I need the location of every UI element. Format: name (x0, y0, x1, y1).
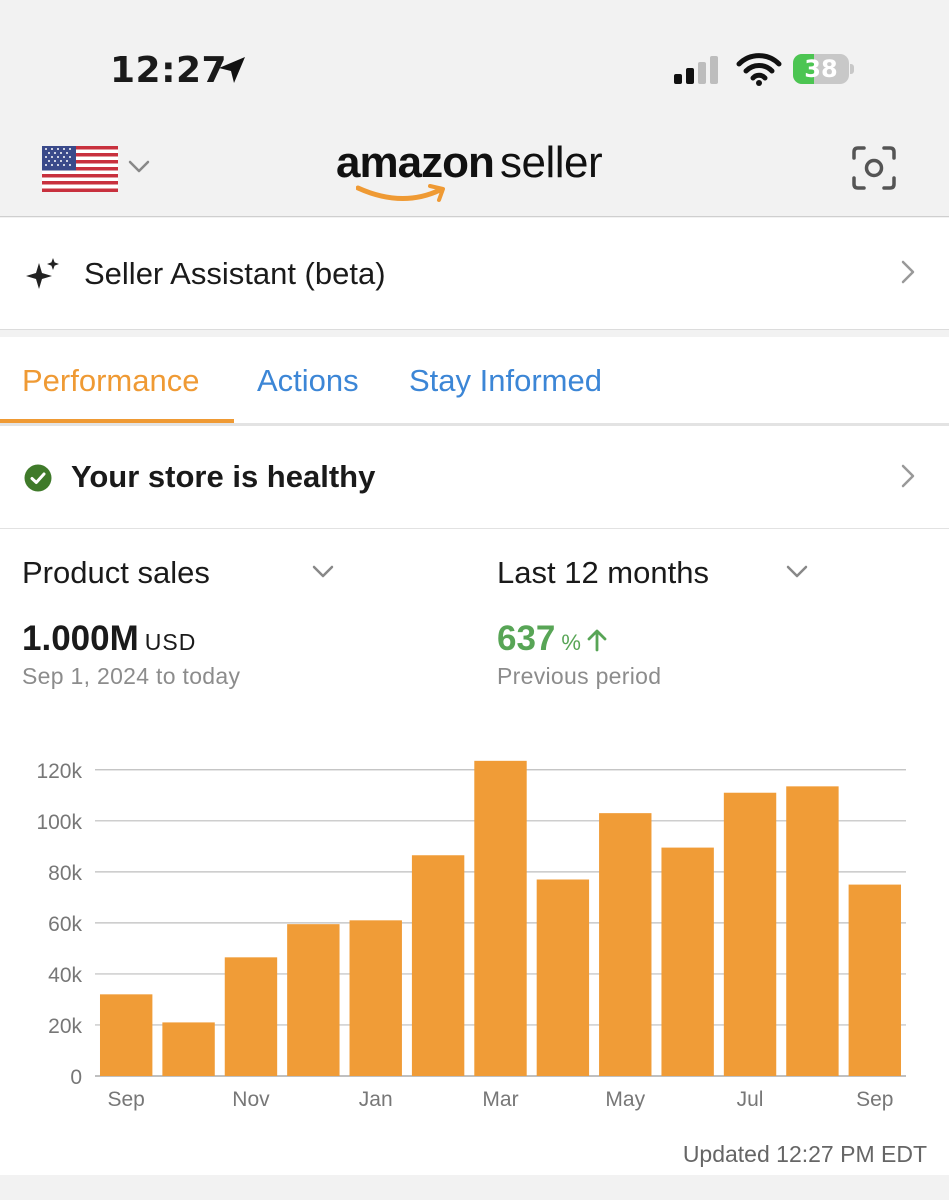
tab-stay-informed[interactable]: Stay Informed (409, 363, 602, 399)
bar-sep-0[interactable] (99, 994, 153, 1076)
check-circle-icon (24, 464, 52, 492)
sales-bar-chart: 0 20k 40k 60k 80k 100k 120k Sep Nov Jan Mar May Jul S… (36, 760, 906, 1111)
x-tick-label: Jul (737, 1088, 764, 1111)
bar-jan-4[interactable] (349, 920, 402, 1076)
seller-assistant-label: Seller Assistant (beta) (84, 256, 386, 291)
sales-total-value: 1.000M (22, 619, 139, 658)
sparkle-icon (26, 258, 59, 289)
scan-camera-icon[interactable] (852, 146, 896, 190)
wifi-icon (736, 53, 782, 86)
tab-performance[interactable]: Performance (22, 363, 199, 399)
app-header: amazon seller (0, 120, 949, 217)
change-percent-unit: % (561, 630, 581, 655)
y-tick-label: 20k (48, 1015, 82, 1038)
chevron-right-icon (901, 464, 915, 488)
y-tick-label: 0 (70, 1066, 82, 1089)
status-time: 12:27 (110, 50, 228, 91)
y-tick-label: 120k (36, 760, 82, 783)
tab-actions[interactable]: Actions (257, 363, 359, 399)
sales-currency: USD (144, 629, 197, 655)
amazon-smile-icon (356, 184, 445, 202)
seller-assistant-row[interactable]: Seller Assistant (beta) (0, 218, 949, 330)
store-health-row[interactable]: Your store is healthy (0, 426, 949, 529)
status-bar: 12:27 38 (0, 0, 949, 120)
active-tab-indicator (0, 419, 234, 423)
store-health-label: Your store is healthy (71, 459, 376, 494)
brand-sub-text: seller (500, 138, 603, 187)
x-tick-label: Sep (108, 1088, 145, 1111)
bar-apr-7[interactable] (536, 879, 590, 1076)
x-tick-label: Jan (359, 1088, 393, 1111)
y-tick-label: 60k (48, 913, 82, 936)
y-tick-label: 40k (48, 964, 82, 987)
period-dropdown[interactable]: Last 12 months (497, 555, 709, 591)
date-range-caption: Sep 1, 2024 to today (22, 663, 241, 689)
tab-bar: Performance Actions Stay Informed (0, 337, 949, 426)
dashboard-panel: Performance Actions Stay Informed Your s… (0, 337, 949, 1175)
brand-main-text: amazon (336, 138, 495, 187)
updated-timestamp: Updated 12:27 PM EDT (682, 1141, 927, 1167)
bar-jun-9[interactable] (661, 847, 714, 1076)
change-percent-value: 637 (497, 619, 556, 658)
bar-nov-2[interactable] (224, 957, 278, 1076)
bar-feb-5[interactable] (411, 855, 465, 1076)
amazon-seller-logo: amazon seller (336, 138, 636, 208)
chevron-down-icon[interactable] (312, 565, 334, 579)
chevron-down-icon[interactable] (128, 160, 150, 174)
bar-mar-6[interactable] (474, 760, 527, 1076)
y-tick-label: 80k (48, 862, 82, 885)
bar-sep-12[interactable] (848, 884, 902, 1076)
y-tick-label: 100k (36, 811, 82, 834)
bar-dec-3[interactable] (287, 924, 340, 1076)
change-percent: 637% (497, 619, 609, 659)
x-tick-label: May (605, 1088, 645, 1111)
previous-period-caption: Previous period (497, 663, 662, 689)
x-tick-label: Sep (856, 1088, 893, 1111)
sales-total: 1.000M USD (22, 619, 196, 659)
battery-charging-icon: 38 (793, 54, 855, 84)
bar-aug-11[interactable] (786, 786, 839, 1076)
battery-level: 38 (804, 55, 838, 83)
location-arrow-icon (219, 57, 245, 83)
bar-oct-1[interactable] (162, 1022, 215, 1076)
bar-jul-10[interactable] (723, 792, 777, 1076)
arrow-up-icon (587, 629, 607, 652)
x-tick-label: Mar (482, 1088, 518, 1111)
cellular-signal-icon (674, 56, 718, 84)
us-flag-icon[interactable] (42, 146, 118, 192)
chevron-down-icon[interactable] (786, 565, 808, 579)
bar-may-8[interactable] (599, 813, 652, 1076)
chevron-right-icon (901, 260, 915, 284)
x-tick-label: Nov (232, 1088, 270, 1111)
metric-dropdown[interactable]: Product sales (22, 555, 210, 591)
